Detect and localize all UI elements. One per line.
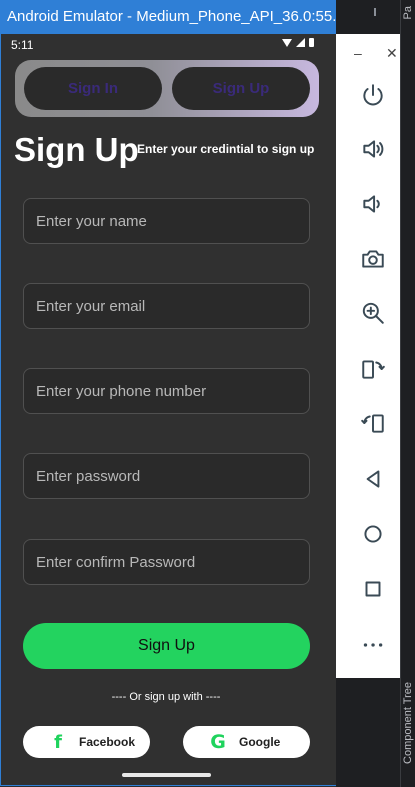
page-title: Sign Up: [14, 131, 139, 168]
facebook-button[interactable]: f Facebook: [23, 726, 150, 758]
confirm-password-field[interactable]: [23, 539, 310, 585]
page-subtitle: Enter your credintial to sign up: [137, 142, 315, 156]
ide-side-label-component-tree[interactable]: Component Tree: [402, 682, 414, 764]
home-icon[interactable]: [358, 519, 388, 549]
overview-icon[interactable]: [358, 574, 388, 604]
gesture-home-bar[interactable]: [122, 773, 211, 777]
rotate-left-icon[interactable]: [358, 354, 388, 384]
power-icon[interactable]: [358, 80, 388, 110]
ide-side-label-top[interactable]: Pa: [402, 6, 414, 19]
close-icon[interactable]: ✕: [386, 45, 398, 62]
alt-signup-divider: ---- Or sign up with ----: [111, 691, 221, 703]
google-button-label: Google: [239, 735, 281, 749]
signal-icon: [296, 38, 305, 47]
password-field[interactable]: [23, 453, 310, 499]
battery-icon: [309, 38, 314, 47]
auth-tab-switcher: Sign In Sign Up: [15, 60, 319, 117]
window-title: Android Emulator - Medium_Phone_API_36.0…: [7, 8, 336, 25]
status-bar: 5:11: [1, 34, 336, 56]
email-field[interactable]: [23, 283, 310, 329]
facebook-icon: f: [54, 731, 62, 753]
google-button[interactable]: G Google: [183, 726, 310, 758]
google-icon: G: [210, 731, 226, 753]
ide-background: [336, 678, 400, 787]
volume-up-icon[interactable]: [358, 134, 388, 164]
status-time: 5:11: [11, 38, 34, 52]
emulator-toolbar: – ✕: [336, 34, 400, 678]
camera-icon[interactable]: [358, 244, 388, 274]
phone-screen: 5:11 Sign In Sign Up Sign Up Enter your …: [0, 34, 336, 786]
window-title-bar[interactable]: Android Emulator - Medium_Phone_API_36.0…: [0, 0, 336, 34]
tab-sign-up[interactable]: Sign Up: [172, 67, 310, 110]
more-icon[interactable]: [358, 630, 388, 660]
sign-up-button[interactable]: Sign Up: [23, 623, 310, 669]
wifi-icon: [282, 38, 292, 47]
zoom-in-icon[interactable]: [358, 298, 388, 328]
tab-sign-in[interactable]: Sign In: [24, 67, 162, 110]
rotate-right-icon[interactable]: [358, 408, 388, 438]
status-icons: [282, 38, 314, 47]
minimize-icon[interactable]: –: [354, 45, 362, 61]
phone-field[interactable]: [23, 368, 310, 414]
name-field[interactable]: [23, 198, 310, 244]
volume-down-icon[interactable]: [358, 189, 388, 219]
ide-right-panel: Pa Component Tree: [400, 0, 415, 787]
back-icon[interactable]: [358, 464, 388, 494]
facebook-button-label: Facebook: [79, 735, 136, 749]
